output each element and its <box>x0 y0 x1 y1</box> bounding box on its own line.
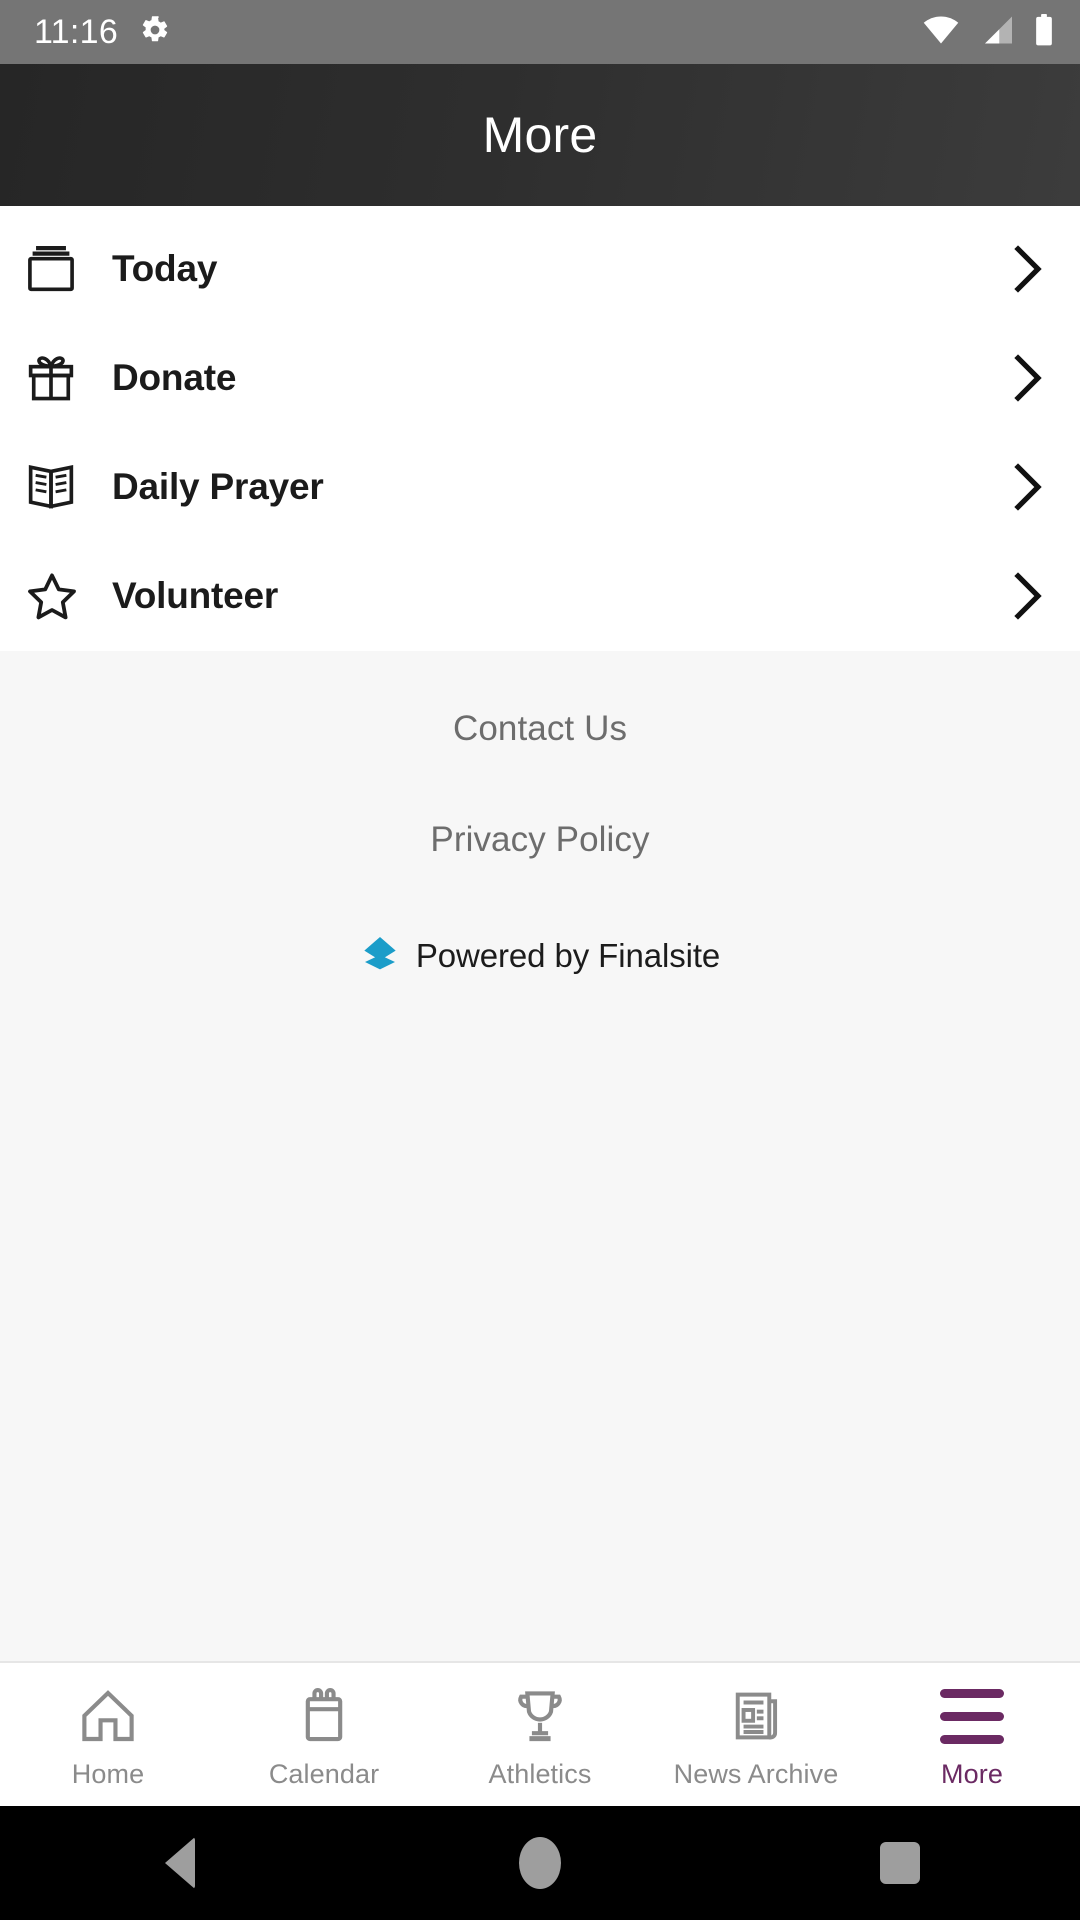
battery-icon <box>1034 13 1054 51</box>
tab-label: Athletics <box>488 1759 592 1789</box>
status-bar-clock: 11:16 <box>34 13 119 51</box>
status-bar-left: 11:16 <box>34 15 170 50</box>
menu-item-today[interactable]: Today <box>0 214 1080 323</box>
tab-news-archive[interactable]: News Archive <box>648 1663 864 1806</box>
menu-item-label: Volunteer <box>112 574 279 616</box>
tab-calendar[interactable]: Calendar <box>216 1663 432 1806</box>
wifi-icon <box>922 15 960 50</box>
status-bar: 11:16 <box>0 0 1080 64</box>
calendar-icon <box>297 1685 351 1747</box>
tab-label: News Archive <box>673 1759 839 1789</box>
tab-label: Calendar <box>268 1759 380 1789</box>
menu-item-label: Today <box>112 247 218 289</box>
open-book-icon <box>26 459 90 515</box>
newspaper-icon <box>729 1685 783 1747</box>
tab-label: More <box>941 1759 1003 1789</box>
menu-item-label: Donate <box>112 356 237 398</box>
gear-icon <box>140 15 170 50</box>
android-system-nav <box>0 1806 1080 1920</box>
home-icon <box>79 1685 137 1747</box>
chevron-right-icon <box>1006 570 1046 622</box>
privacy-policy-link[interactable]: Privacy Policy <box>420 808 659 871</box>
menu-item-label: Daily Prayer <box>112 465 324 507</box>
bottom-tab-bar: Home Calendar Athletics News Archive Mor… <box>0 1661 1080 1806</box>
chevron-right-icon <box>1006 352 1046 404</box>
tab-home[interactable]: Home <box>0 1663 216 1806</box>
hamburger-bars <box>940 1688 1004 1744</box>
gift-icon <box>26 350 90 406</box>
footer-panel: Contact Us Privacy Policy Powered by Fin… <box>0 651 1080 1661</box>
menu-item-donate[interactable]: Donate <box>0 323 1080 432</box>
hamburger-icon <box>940 1685 1004 1747</box>
back-triangle-icon[interactable] <box>0 1837 360 1889</box>
app-header: More <box>0 64 1080 206</box>
finalsite-stacked-diamond-logo <box>360 933 400 978</box>
status-bar-right <box>922 13 1054 51</box>
menu-item-daily-prayer[interactable]: Daily Prayer <box>0 432 1080 541</box>
page-title: More <box>482 107 598 163</box>
powered-by-label: Powered by Finalsite <box>415 936 721 974</box>
menu-item-volunteer[interactable]: Volunteer <box>0 541 1080 650</box>
star-icon <box>26 568 90 624</box>
home-circle-icon[interactable] <box>360 1837 720 1889</box>
recents-square-icon[interactable] <box>720 1842 1080 1884</box>
cellular-signal-icon <box>980 15 1014 50</box>
more-menu-list: Today Donate Daily Prayer Volunteer <box>0 206 1080 651</box>
trophy-icon <box>512 1685 568 1747</box>
phone-screen: 11:16 More Today Donate Daily Prayer Vol… <box>0 0 1080 1920</box>
contact-us-link[interactable]: Contact Us <box>443 697 637 760</box>
chevron-right-icon <box>1006 461 1046 513</box>
tab-label: Home <box>71 1759 145 1789</box>
powered-by-finalsite[interactable]: Powered by Finalsite <box>360 933 720 978</box>
chevron-right-icon <box>1006 243 1046 295</box>
day-view-icon <box>26 241 90 297</box>
tab-more[interactable]: More <box>864 1663 1080 1806</box>
tab-athletics[interactable]: Athletics <box>432 1663 648 1806</box>
